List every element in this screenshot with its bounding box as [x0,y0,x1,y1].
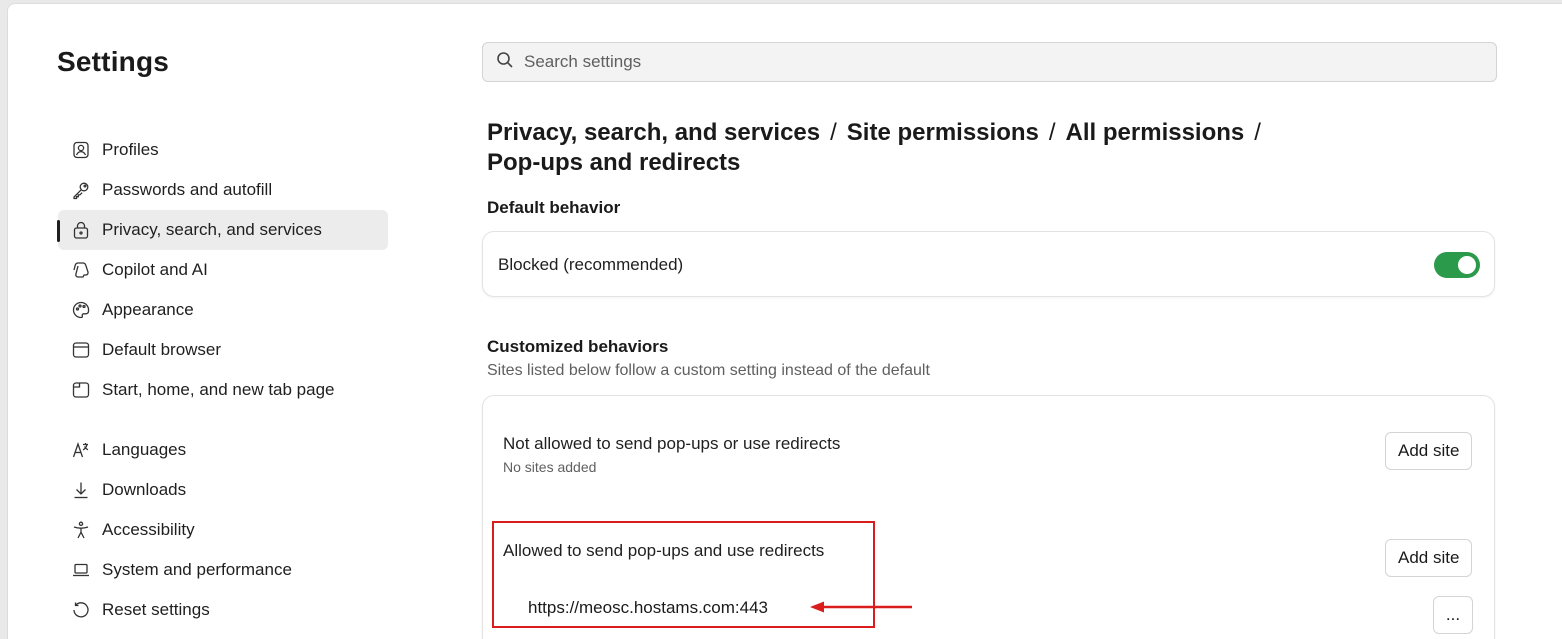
blocked-toggle[interactable] [1434,252,1480,278]
sidebar-item-copilot[interactable]: Copilot and AI [58,250,388,290]
settings-title: Settings [57,46,170,77]
more-actions-button[interactable]: ... [1433,596,1473,634]
settings-window: Settings Profiles Passwords and autofill… [7,3,1562,639]
breadcrumb-item-all-permissions[interactable]: All permissions [1066,119,1245,146]
home-tab-icon [70,379,92,401]
sidebar-item-passwords[interactable]: Passwords and autofill [58,170,388,210]
reset-icon [70,599,92,621]
page-title: Pop-ups and redirects [487,149,741,176]
add-site-not-allowed-button[interactable]: Add site [1385,432,1473,470]
profile-icon [70,139,92,161]
sidebar-item-label: Downloads [102,480,187,499]
sidebar-item-privacy[interactable]: Privacy, search, and services [57,210,388,250]
search-icon [495,50,515,75]
add-site-allowed-button[interactable]: Add site [1385,539,1473,577]
sidebar-item-system[interactable]: System and performance [58,550,388,590]
sidebar-item-default-browser[interactable]: Default browser [58,330,388,370]
sidebar-item-label: Default browser [102,340,222,359]
not-allowed-label: Not allowed to send pop-ups or use redir… [503,434,841,453]
sidebar-item-profiles[interactable]: Profiles [58,130,388,170]
lock-icon [70,219,92,241]
copilot-icon [70,259,92,281]
accessibility-icon [70,519,92,541]
palette-icon [70,299,92,321]
languages-icon [70,439,92,461]
customized-behaviors-subtitle: Sites listed below follow a custom setti… [487,362,930,379]
breadcrumb-item-privacy[interactable]: Privacy, search, and services [487,119,820,146]
key-icon [70,179,92,201]
sidebar-item-label: Privacy, search, and services [102,220,322,239]
sidebar-item-downloads[interactable]: Downloads [58,470,388,510]
search-box[interactable] [482,42,1497,82]
laptop-icon [70,559,92,581]
breadcrumb-separator: / [830,119,837,146]
breadcrumb-separator: / [1254,119,1261,146]
customized-behaviors-heading: Customized behaviors [487,337,669,356]
sidebar-item-label: Passwords and autofill [102,180,273,199]
sidebar-item-label: Start, home, and new tab page [102,380,335,399]
download-icon [70,479,92,501]
arrow-annotation-icon [810,601,912,613]
toggle-knob [1458,256,1476,274]
sidebar-item-label: Accessibility [102,520,195,539]
sidebar-item-label: Languages [102,440,187,459]
sidebar-item-label: Profiles [102,140,159,159]
sidebar-item-label: Reset settings [102,600,210,619]
sidebar-item-accessibility[interactable]: Accessibility [58,510,388,550]
breadcrumb-item-site-permissions[interactable]: Site permissions [847,119,1039,146]
breadcrumb-separator: / [1048,119,1056,146]
search-input[interactable] [524,52,1424,72]
sidebar-nav: Profiles Passwords and autofill Privacy,… [57,130,388,630]
default-behavior-heading: Default behavior [487,198,621,217]
breadcrumb: Privacy, search, and services / Site permi… [487,118,1307,178]
default-behavior-card: Blocked (recommended) [482,231,1495,297]
sidebar-item-label: Copilot and AI [102,260,208,279]
sidebar-item-reset[interactable]: Reset settings [58,590,388,630]
sidebar-item-label: System and performance [102,560,292,579]
sidebar-item-start-home[interactable]: Start, home, and new tab page [58,370,388,410]
sidebar-item-label: Appearance [102,300,194,319]
sidebar-item-appearance[interactable]: Appearance [58,290,388,330]
browser-icon [70,339,92,361]
not-allowed-empty-text: No sites added [503,459,597,475]
sidebar-item-languages[interactable]: Languages [58,430,388,470]
default-behavior-label: Blocked (recommended) [498,255,684,274]
